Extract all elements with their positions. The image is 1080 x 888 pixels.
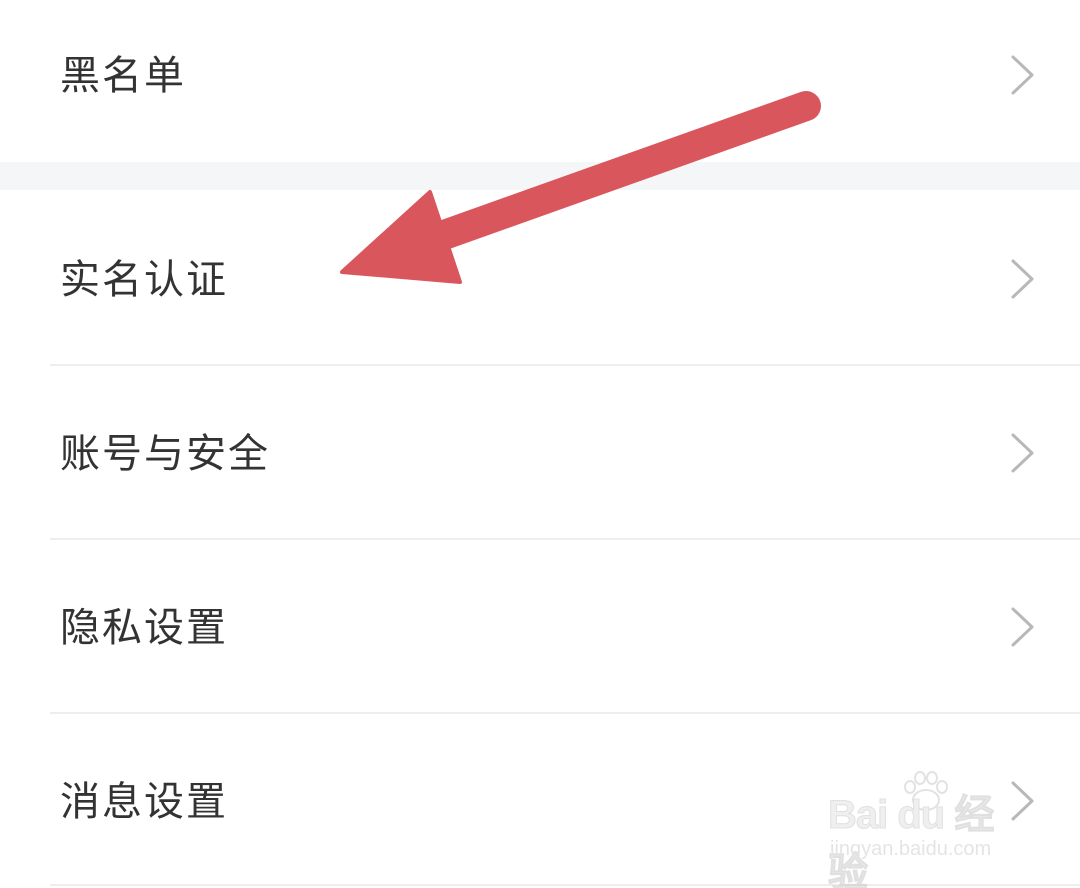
- watermark-brand: Bai du 经验: [828, 793, 995, 888]
- watermark-url: jingyan.baidu.com: [830, 838, 992, 860]
- settings-item-label: 黑名单: [60, 53, 186, 99]
- settings-item-label: 隐私设置: [60, 605, 228, 651]
- baidu-jingyan-watermark: Bai du 经验 jingyan.baidu.com: [828, 771, 1028, 888]
- settings-item-label: 实名认证: [60, 257, 228, 303]
- section-separator: [0, 162, 1080, 190]
- settings-screen: 黑名单 实名认证 账号与安全 隐私设置 消息设置 Bai du 经验 jingy…: [0, 0, 1080, 888]
- settings-item-label: 账号与安全: [60, 431, 270, 477]
- settings-item-account-security[interactable]: 账号与安全: [0, 366, 1080, 538]
- chevron-right-icon: [1011, 259, 1034, 299]
- settings-item-label: 消息设置: [60, 779, 228, 825]
- chevron-right-icon: [1011, 607, 1034, 647]
- settings-item-real-name-verification[interactable]: 实名认证: [0, 190, 1080, 364]
- settings-item-blacklist[interactable]: 黑名单: [0, 0, 1080, 162]
- chevron-right-icon: [1011, 433, 1034, 473]
- chevron-right-icon: [1011, 55, 1034, 95]
- settings-item-privacy[interactable]: 隐私设置: [0, 540, 1080, 712]
